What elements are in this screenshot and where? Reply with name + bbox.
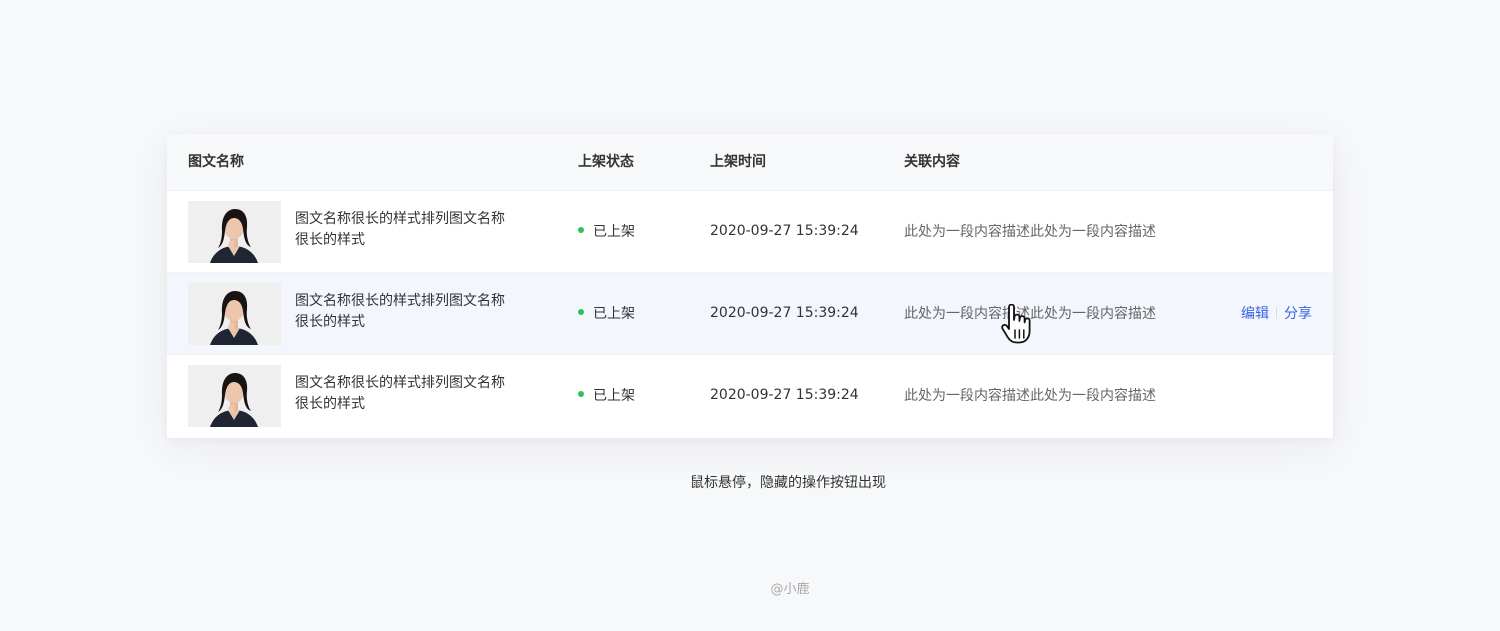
thumbnail-image[interactable]: [188, 365, 281, 427]
table-row[interactable]: 图文名称很长的样式排列图文名称很长的样式 已上架 2020-09-27 15:3…: [167, 355, 1333, 437]
table-row[interactable]: 图文名称很长的样式排列图文名称很长的样式 已上架 2020-09-27 15:3…: [167, 273, 1333, 355]
status-dot-icon: [578, 227, 584, 233]
item-title[interactable]: 图文名称很长的样式排列图文名称很长的样式: [295, 291, 515, 333]
table-row[interactable]: 图文名称很长的样式排列图文名称很长的样式 已上架 2020-09-27 15:3…: [167, 191, 1333, 273]
column-header-time[interactable]: 上架时间: [710, 134, 766, 191]
status-dot-icon: [578, 309, 584, 315]
thumbnail-image[interactable]: [188, 201, 281, 263]
author-credit: @小鹿: [770, 582, 810, 597]
status-text: 已上架: [593, 388, 635, 404]
publish-time: 2020-09-27 15:39:24: [710, 223, 859, 239]
column-header-status[interactable]: 上架状态: [578, 134, 634, 191]
status-cell: 已上架: [578, 355, 635, 437]
thumbnail-image[interactable]: [188, 283, 281, 345]
column-header-related[interactable]: 关联内容: [904, 134, 960, 191]
share-button[interactable]: 分享: [1284, 306, 1312, 322]
status-cell: 已上架: [578, 191, 635, 273]
related-content: 此处为一段内容描述此处为一段内容描述: [904, 388, 1156, 404]
status-dot-icon: [578, 391, 584, 397]
edit-button[interactable]: 编辑: [1241, 306, 1269, 322]
action-divider: [1276, 307, 1277, 319]
status-text: 已上架: [593, 306, 635, 322]
item-title[interactable]: 图文名称很长的样式排列图文名称很长的样式: [295, 373, 515, 415]
related-content: 此处为一段内容描述此处为一段内容描述: [904, 224, 1156, 240]
related-content: 此处为一段内容描述此处为一段内容描述: [904, 306, 1156, 322]
column-header-title[interactable]: 图文名称: [188, 134, 244, 191]
caption-text: 鼠标悬停，隐藏的操作按钮出现: [690, 475, 886, 491]
content-table: 图文名称 上架状态 上架时间 关联内容 图文名称很长的样式排列图文名称很长的样式…: [167, 134, 1333, 438]
publish-time: 2020-09-27 15:39:24: [710, 305, 859, 321]
item-title[interactable]: 图文名称很长的样式排列图文名称很长的样式: [295, 209, 515, 251]
status-text: 已上架: [593, 224, 635, 240]
publish-time: 2020-09-27 15:39:24: [710, 387, 859, 403]
row-actions: 编辑 分享: [1241, 273, 1312, 355]
status-cell: 已上架: [578, 273, 635, 355]
table-header: 图文名称 上架状态 上架时间 关联内容: [167, 134, 1333, 191]
